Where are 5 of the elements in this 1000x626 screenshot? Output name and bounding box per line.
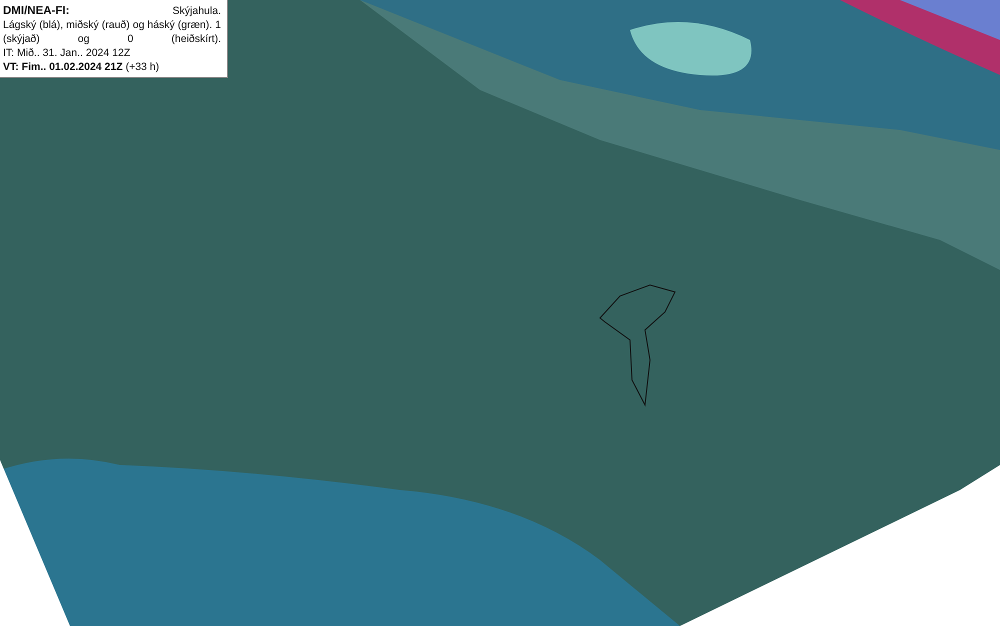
legend-source: DMI/NEA-FI: [3, 4, 70, 18]
legend-title: Skýjahula. [172, 4, 221, 18]
issued-time: IT: Mið.. 31. Jan.. 2024 12Z [3, 46, 132, 60]
legend-description: Lágský (blá), miðský (rauð) og háský (græn). 1 (skýjað) og 0 (heiðskírt). [3, 18, 221, 46]
valid-time: VT: Fim.. 01.02.2024 21Z (+33 h) [3, 60, 160, 74]
